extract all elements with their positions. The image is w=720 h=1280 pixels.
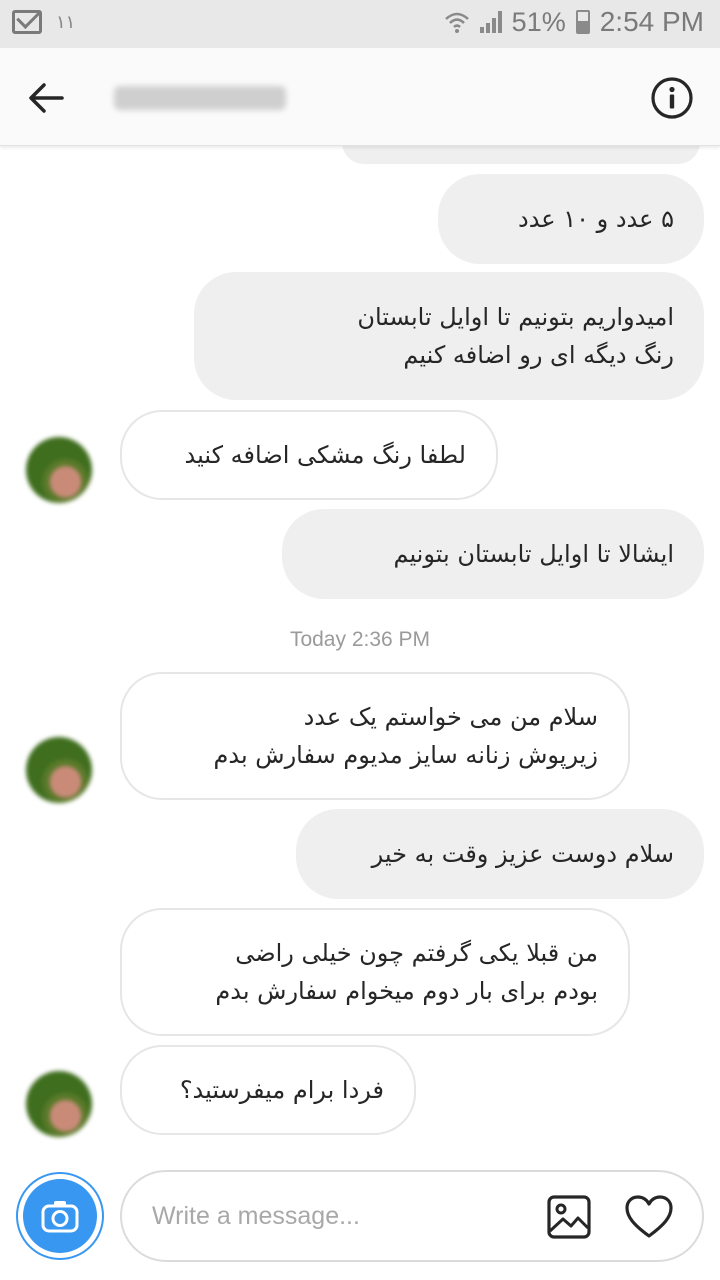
gallery-button[interactable] [546,1194,592,1240]
message-composer [120,1170,704,1262]
clock: 2:54 PM [599,6,704,37]
sender-avatar[interactable] [26,1071,92,1137]
message-text: زیرپوش زنانه سایز مدیوم سفارش بدم [213,741,598,769]
message-input[interactable] [152,1192,532,1240]
message-bubble-outgoing[interactable]: ایشالا تا اوایل تابستان بتونیم [282,509,704,599]
message-bubble-incoming[interactable]: سلام من می خواستم یک عدد زیرپوش زنانه سا… [120,672,630,800]
message-text: رنگ دیگه ای رو اضافه کنیم [403,341,674,369]
battery-percent: 51% [511,6,566,37]
camera-icon [41,1201,79,1233]
arrow-left-icon [29,83,64,113]
sender-avatar[interactable] [26,437,92,503]
message-text: امیدواریم بتونیم تا اوایل تابستان [357,303,674,331]
info-circle-icon [651,77,693,119]
message-bubble-incoming[interactable]: لطفا رنگ مشکی اضافه کنید [120,410,498,500]
message-bubble-incoming[interactable]: فردا برام میفرستید؟ [120,1045,416,1135]
chat-header: freshstation [0,48,720,146]
sender-avatar[interactable] [26,737,92,803]
message-bubble-outgoing[interactable]: سلام دوست عزیز وقت به خیر [296,809,704,899]
info-button[interactable] [650,76,694,120]
message-bubble-incoming[interactable]: من قبلا یکی گرفتم چون خیلی راضی بودم برا… [120,908,630,1036]
wifi-icon [444,12,469,33]
message-bubble-outgoing[interactable]: ۵ عدد و ۱۰ عدد [438,174,704,264]
timestamp-divider: Today 2:36 PM [289,628,431,651]
camera-button[interactable] [16,1172,104,1260]
message-text: سلام دوست عزیز وقت به خیر [371,840,674,868]
message-text: فردا برام میفرستید؟ [179,1076,384,1104]
heart-icon [625,1195,673,1238]
message-text: من قبلا یکی گرفتم چون خیلی راضی [235,939,598,967]
message-text: لطفا رنگ مشکی اضافه کنید [184,441,466,469]
cell-signal-icon [479,11,502,33]
gmail-notification-icon [12,10,42,34]
notification-count: ۱۱ [56,11,76,33]
status-bar: ۱۱ 51% 2:54 PM [0,0,720,48]
message-text: سلام من می خواستم یک عدد [303,703,598,731]
message-text: ایشالا تا اوایل تابستان بتونیم [393,540,674,568]
battery-icon [575,10,590,34]
chat-title[interactable]: freshstation [114,86,286,110]
message-bubble-outgoing[interactable]: امیدواریم بتونیم تا اوایل تابستان رنگ دی… [194,272,704,400]
message-text: بودم برای بار دوم میخوام سفارش بدم [215,977,598,1005]
back-button[interactable] [22,74,70,122]
like-button[interactable] [624,1194,674,1240]
image-icon [547,1195,591,1239]
message-text: ۵ عدد و ۱۰ عدد [518,205,674,233]
